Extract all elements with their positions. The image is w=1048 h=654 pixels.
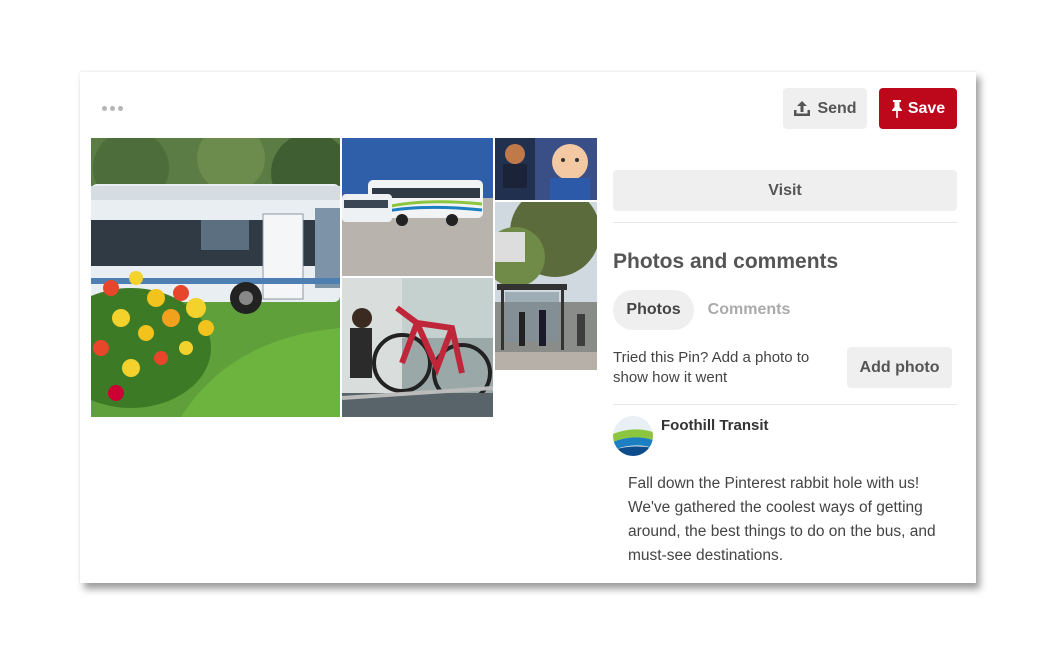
author-avatar[interactable] (613, 416, 653, 456)
bike-rack-photo (342, 278, 493, 417)
author-name[interactable]: Foothill Transit (661, 417, 769, 434)
divider (613, 404, 957, 405)
ellipsis-icon (102, 106, 107, 111)
tried-pin-prompt: Tried this Pin? Add a photo to show how … (613, 349, 810, 386)
visit-button[interactable]: Visit (613, 170, 957, 211)
save-label: Save (907, 99, 946, 117)
divider (613, 222, 957, 223)
photos-comments-heading: Photos and comments (613, 250, 839, 273)
pin-image-collage[interactable] (91, 138, 597, 417)
ellipsis-dot (118, 106, 123, 111)
pushpin-icon (891, 99, 902, 118)
send-label: Send (817, 99, 857, 117)
share-upload-icon (794, 100, 811, 116)
success-kid-photo (495, 138, 597, 200)
add-photo-button[interactable]: Add photo (847, 347, 952, 388)
tab-photos[interactable]: Photos (613, 290, 694, 330)
add-photo-label: Add photo (859, 358, 940, 376)
ellipsis-dot (110, 106, 115, 111)
pin-card: Send Save Visit Photos and comments Phot… (80, 71, 976, 583)
save-button[interactable]: Save (879, 88, 957, 129)
send-button[interactable]: Send (783, 88, 867, 129)
tab-comments[interactable]: Comments (702, 290, 796, 330)
pin-description: Fall down the Pinterest rabbit hole with… (628, 475, 936, 564)
bus-depot-photo (342, 138, 493, 276)
more-options-button[interactable] (102, 106, 123, 111)
visit-label: Visit (768, 181, 802, 199)
bus-flowers-photo (91, 138, 340, 417)
bus-shelter-photo (495, 202, 597, 370)
